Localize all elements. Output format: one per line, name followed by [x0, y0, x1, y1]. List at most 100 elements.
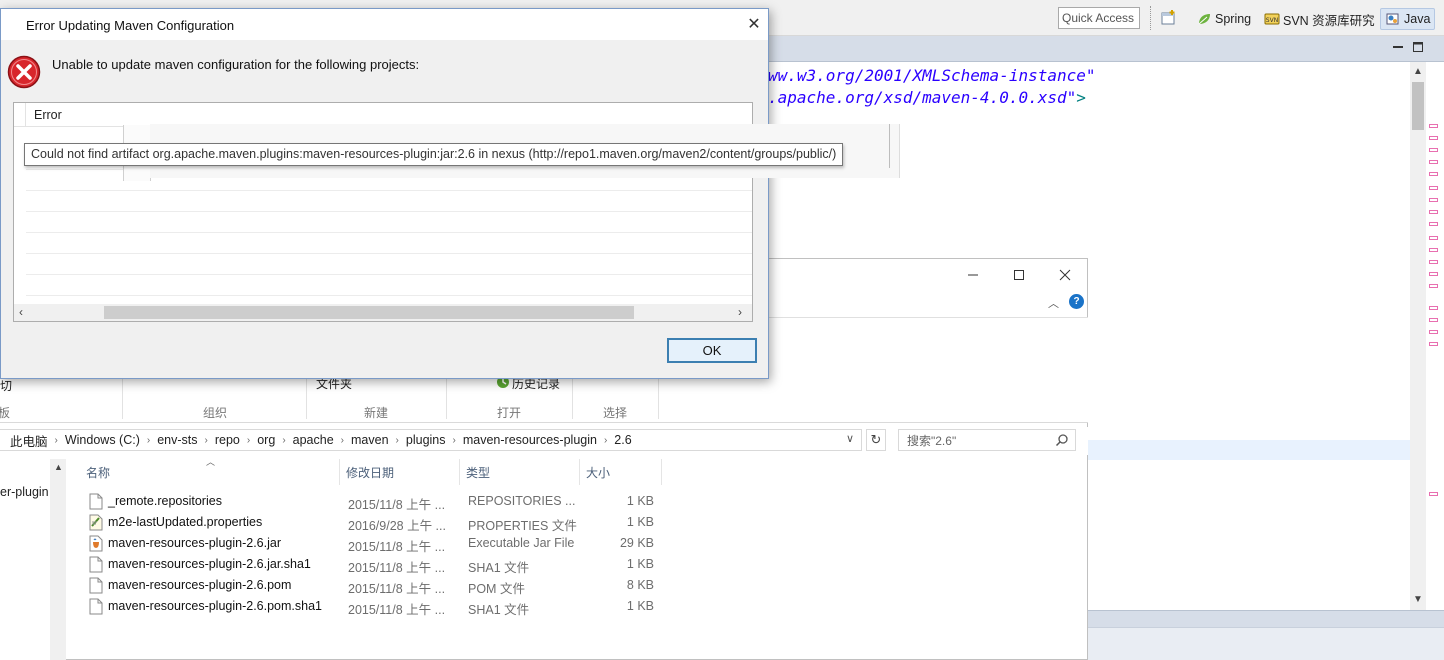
- breadcrumb-drive[interactable]: Windows (C:): [65, 433, 140, 447]
- editor-scroll-thumb[interactable]: [1412, 82, 1424, 130]
- properties-file-icon: [89, 514, 103, 531]
- ruler-marker[interactable]: [1429, 284, 1438, 288]
- error-column-label: Error: [34, 108, 62, 122]
- ok-button[interactable]: OK: [667, 338, 757, 363]
- breadcrumb-version[interactable]: 2.6: [614, 433, 631, 447]
- ruler-marker[interactable]: [1429, 172, 1438, 176]
- refresh-icon[interactable]: ↻: [866, 429, 886, 451]
- perspective-spring[interactable]: Spring: [1192, 8, 1255, 30]
- scroll-right-arrow-icon[interactable]: ›: [738, 305, 742, 319]
- ruler-marker[interactable]: [1429, 186, 1438, 190]
- ruler-marker[interactable]: [1429, 342, 1438, 346]
- breadcrumb-env-sts[interactable]: env-sts: [157, 433, 197, 447]
- breadcrumb-plugins[interactable]: plugins: [406, 433, 446, 447]
- ruler-marker[interactable]: [1429, 236, 1438, 240]
- ribbon-group-new: 新建: [364, 406, 389, 420]
- file-row[interactable]: _remote.repositories 2015/11/8 上午 ... RE…: [80, 491, 670, 512]
- file-row[interactable]: maven-resources-plugin-2.6.pom.sha1 2015…: [80, 596, 670, 617]
- ruler-marker[interactable]: [1429, 306, 1438, 310]
- table-gridline: [26, 274, 752, 275]
- close-window-icon[interactable]: [1042, 264, 1088, 286]
- column-header-type[interactable]: 类型: [460, 459, 580, 485]
- breadcrumb-chevron-icon[interactable]: ›: [396, 435, 399, 446]
- breadcrumb-chevron-icon[interactable]: ›: [282, 435, 285, 446]
- ruler-marker[interactable]: [1429, 210, 1438, 214]
- ruler-marker[interactable]: [1429, 160, 1438, 164]
- maximize-icon[interactable]: [1412, 41, 1424, 53]
- table-gridline: [26, 253, 752, 254]
- column-header-size[interactable]: 大小: [580, 459, 662, 485]
- file-type: POM 文件: [468, 582, 525, 596]
- nav-pane-scrollbar[interactable]: ▲: [50, 459, 66, 660]
- scroll-up-arrow-icon[interactable]: ▲: [1413, 66, 1423, 77]
- file-icon: [89, 493, 103, 510]
- ruler-marker[interactable]: [1429, 318, 1438, 322]
- current-line-highlight: [1088, 440, 1410, 460]
- ruler-marker[interactable]: [1429, 148, 1438, 152]
- ribbon-group-select: 选择: [603, 406, 628, 420]
- close-icon[interactable]: ✕: [743, 15, 765, 35]
- ruler-marker[interactable]: [1429, 272, 1438, 276]
- open-perspective-icon[interactable]: [1160, 9, 1178, 27]
- ribbon-group-clipboard: 板: [0, 406, 11, 420]
- file-date: 2015/11/8 上午 ...: [348, 582, 446, 596]
- breadcrumb-this-pc[interactable]: 此电脑: [10, 431, 48, 450]
- nav-item-folder[interactable]: er-plugin: [0, 485, 49, 499]
- ruler-marker[interactable]: [1429, 136, 1438, 140]
- ruler-marker[interactable]: [1429, 198, 1438, 202]
- breadcrumb-chevron-icon[interactable]: ›: [55, 435, 58, 446]
- perspective-separator: [1150, 6, 1152, 30]
- ruler-marker[interactable]: [1429, 124, 1438, 128]
- error-tooltip: Could not find artifact org.apache.maven…: [24, 143, 844, 166]
- perspective-svn[interactable]: SVN SVN 资源库研究: [1260, 8, 1379, 30]
- collapse-ribbon-icon[interactable]: ︿: [1048, 295, 1059, 311]
- breadcrumb-chevron-icon[interactable]: ›: [205, 435, 208, 446]
- hscroll-thumb[interactable]: [104, 306, 634, 319]
- maximize-window-icon[interactable]: [996, 264, 1042, 286]
- overview-ruler: [1426, 62, 1444, 610]
- quick-access-field[interactable]: Quick Access: [1058, 7, 1140, 29]
- perspective-java[interactable]: Java: [1380, 8, 1436, 30]
- search-placeholder: 搜索"2.6": [907, 433, 957, 448]
- breadcrumb-org[interactable]: org: [257, 433, 275, 447]
- search-input[interactable]: 搜索"2.6": [898, 429, 1076, 451]
- ruler-marker[interactable]: [1429, 222, 1438, 226]
- breadcrumb-maven-resources-plugin[interactable]: maven-resources-plugin: [463, 433, 597, 447]
- column-header-date[interactable]: 修改日期: [340, 459, 460, 485]
- file-row[interactable]: maven-resources-plugin-2.6.jar 2015/11/8…: [80, 533, 670, 554]
- minimize-icon[interactable]: [1392, 41, 1404, 53]
- breadcrumb-chevron-icon[interactable]: ›: [453, 435, 456, 446]
- ruler-marker[interactable]: [1429, 260, 1438, 264]
- ruler-marker[interactable]: [1429, 330, 1438, 334]
- table-gridline: [26, 190, 752, 191]
- address-dropdown-icon[interactable]: ∨: [846, 432, 854, 445]
- ruler-marker[interactable]: [1429, 248, 1438, 252]
- help-icon[interactable]: ?: [1069, 294, 1084, 309]
- file-row[interactable]: maven-resources-plugin-2.6.pom 2015/11/8…: [80, 575, 670, 596]
- error-table-hscrollbar[interactable]: ‹ ›: [14, 304, 752, 321]
- editor-vertical-scrollbar[interactable]: ▲ ▼: [1410, 62, 1426, 610]
- ruler-marker[interactable]: [1429, 492, 1438, 496]
- ribbon-cut-button[interactable]: 剪切: [0, 377, 12, 394]
- breadcrumb-chevron-icon[interactable]: ›: [147, 435, 150, 446]
- breadcrumb-maven[interactable]: maven: [351, 433, 389, 447]
- breadcrumb-chevron-icon[interactable]: ›: [341, 435, 344, 446]
- scroll-down-arrow-icon[interactable]: ▼: [1413, 594, 1423, 605]
- minimize-window-icon[interactable]: [950, 264, 996, 286]
- file-row[interactable]: m2e-lastUpdated.properties 2016/9/28 上午 …: [80, 512, 670, 533]
- column-header-name[interactable]: 名称: [80, 459, 340, 485]
- code-line-1: ww.w3.org/2001/XMLSchema-instance": [768, 66, 1096, 85]
- address-bar[interactable]: 此电脑 › Windows (C:) › env-sts › repo › org › a…: [0, 429, 862, 451]
- nav-scroll-up-icon[interactable]: ▲: [54, 462, 63, 472]
- scroll-left-arrow-icon[interactable]: ‹: [19, 305, 23, 319]
- breadcrumb-chevron-icon[interactable]: ›: [604, 435, 607, 446]
- breadcrumb-chevron-icon[interactable]: ›: [247, 435, 250, 446]
- ribbon-group-open: 打开: [497, 406, 522, 420]
- breadcrumb-repo[interactable]: repo: [215, 433, 240, 447]
- svn-icon: SVN: [1264, 13, 1280, 25]
- breadcrumb-apache[interactable]: apache: [293, 433, 334, 447]
- dialog-titlebar[interactable]: Error Updating Maven Configuration ✕: [1, 9, 768, 40]
- file-row[interactable]: maven-resources-plugin-2.6.jar.sha1 2015…: [80, 554, 670, 575]
- jar-file-icon: [89, 535, 103, 552]
- search-icon[interactable]: [1055, 433, 1069, 447]
